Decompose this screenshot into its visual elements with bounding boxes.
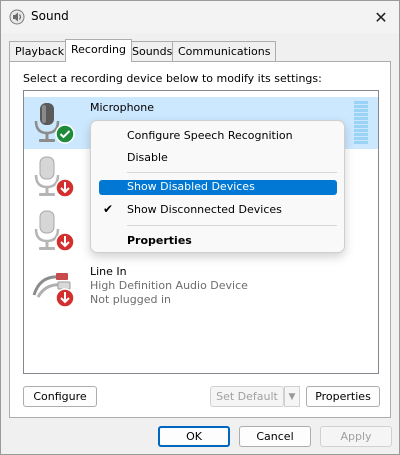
microphone-disconnected-icon xyxy=(30,209,78,257)
microphone-icon xyxy=(30,101,78,149)
menu-item-label: Disable xyxy=(127,151,168,164)
cancel-button[interactable]: Cancel xyxy=(239,426,311,447)
menu-item-disable[interactable]: Disable xyxy=(99,147,337,169)
chevron-down-icon: ▼ xyxy=(288,391,296,402)
device-name: Microphone xyxy=(90,101,155,114)
set-default-dropdown: ▼ xyxy=(284,386,300,407)
tab-sounds[interactable]: Sounds xyxy=(126,41,179,61)
close-icon: ✕ xyxy=(374,7,388,27)
device-status: Not plugged in xyxy=(90,293,172,306)
apply-button: Apply xyxy=(320,426,392,447)
menu-item-show-disabled[interactable]: Show Disabled Devices xyxy=(99,180,337,195)
tab-playback[interactable]: Playback xyxy=(9,41,71,61)
menu-item-properties[interactable]: Properties xyxy=(99,230,337,252)
menu-item-configure-speech[interactable]: Configure Speech Recognition xyxy=(99,125,337,147)
window-title: Sound xyxy=(31,9,69,23)
level-meter xyxy=(354,101,368,145)
properties-button[interactable]: Properties xyxy=(306,386,380,407)
menu-item-show-disconnected[interactable]: ✔ Show Disconnected Devices xyxy=(99,199,337,221)
instruction-text: Select a recording device below to modif… xyxy=(23,72,322,85)
context-menu: Configure Speech Recognition Disable Sho… xyxy=(90,120,345,253)
speaker-icon xyxy=(9,9,25,25)
tab-recording[interactable]: Recording xyxy=(65,39,133,62)
menu-item-label: Show Disabled Devices xyxy=(127,180,255,193)
menu-item-label: Configure Speech Recognition xyxy=(127,129,293,142)
title-bar: Sound ✕ xyxy=(1,1,399,33)
menu-item-label: Show Disconnected Devices xyxy=(127,203,282,216)
device-name: Line In xyxy=(90,265,127,278)
ok-button[interactable]: OK xyxy=(158,426,230,447)
set-default-button: Set Default xyxy=(210,386,284,407)
close-button[interactable]: ✕ xyxy=(363,1,399,33)
menu-separator xyxy=(127,225,337,226)
menu-item-label: Properties xyxy=(127,234,192,247)
checkmark-icon: ✔ xyxy=(103,202,114,216)
line-in-jack-icon xyxy=(30,265,78,313)
sound-dialog: Sound ✕ Playback Recording Sounds Commun… xyxy=(0,0,400,455)
device-description: High Definition Audio Device xyxy=(90,279,248,292)
menu-separator xyxy=(127,172,337,173)
configure-button[interactable]: Configure xyxy=(23,386,97,407)
tab-communications[interactable]: Communications xyxy=(172,41,277,61)
device-row-line-in[interactable]: Line In High Definition Audio Device Not… xyxy=(24,261,378,313)
microphone-disconnected-icon xyxy=(30,155,78,203)
